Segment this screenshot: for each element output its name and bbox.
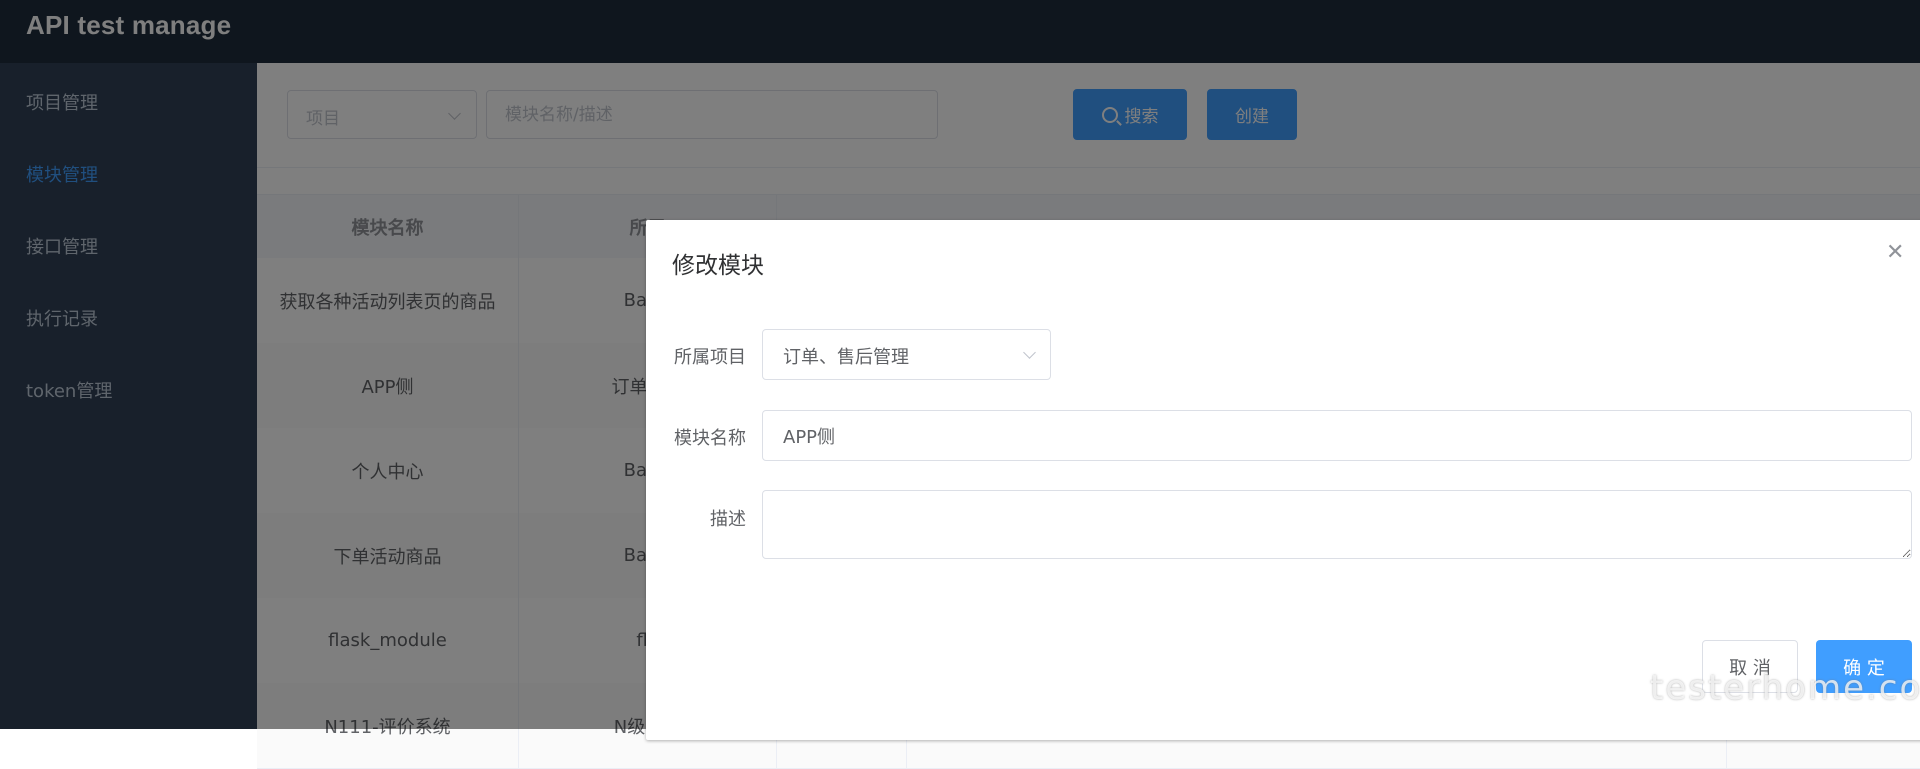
- description-field[interactable]: [762, 490, 1912, 559]
- project-field-label: 所属项目: [674, 347, 746, 368]
- cancel-button[interactable]: 取 消: [1702, 640, 1798, 693]
- edit-module-dialog: 修改模块 ✕ 所属项目 订单、售后管理 模块名称 描述 取 消 确 定: [646, 220, 1920, 740]
- chevron-down-icon: [1023, 346, 1036, 359]
- project-select-dialog[interactable]: 订单、售后管理: [762, 329, 1051, 380]
- close-icon[interactable]: ✕: [1886, 242, 1904, 264]
- confirm-button[interactable]: 确 定: [1816, 640, 1912, 693]
- project-select-value: 订单、售后管理: [783, 347, 909, 368]
- description-field-label: 描述: [710, 509, 746, 530]
- module-name-field-label: 模块名称: [674, 428, 746, 449]
- dialog-title: 修改模块: [672, 253, 764, 279]
- module-name-field[interactable]: [762, 410, 1912, 461]
